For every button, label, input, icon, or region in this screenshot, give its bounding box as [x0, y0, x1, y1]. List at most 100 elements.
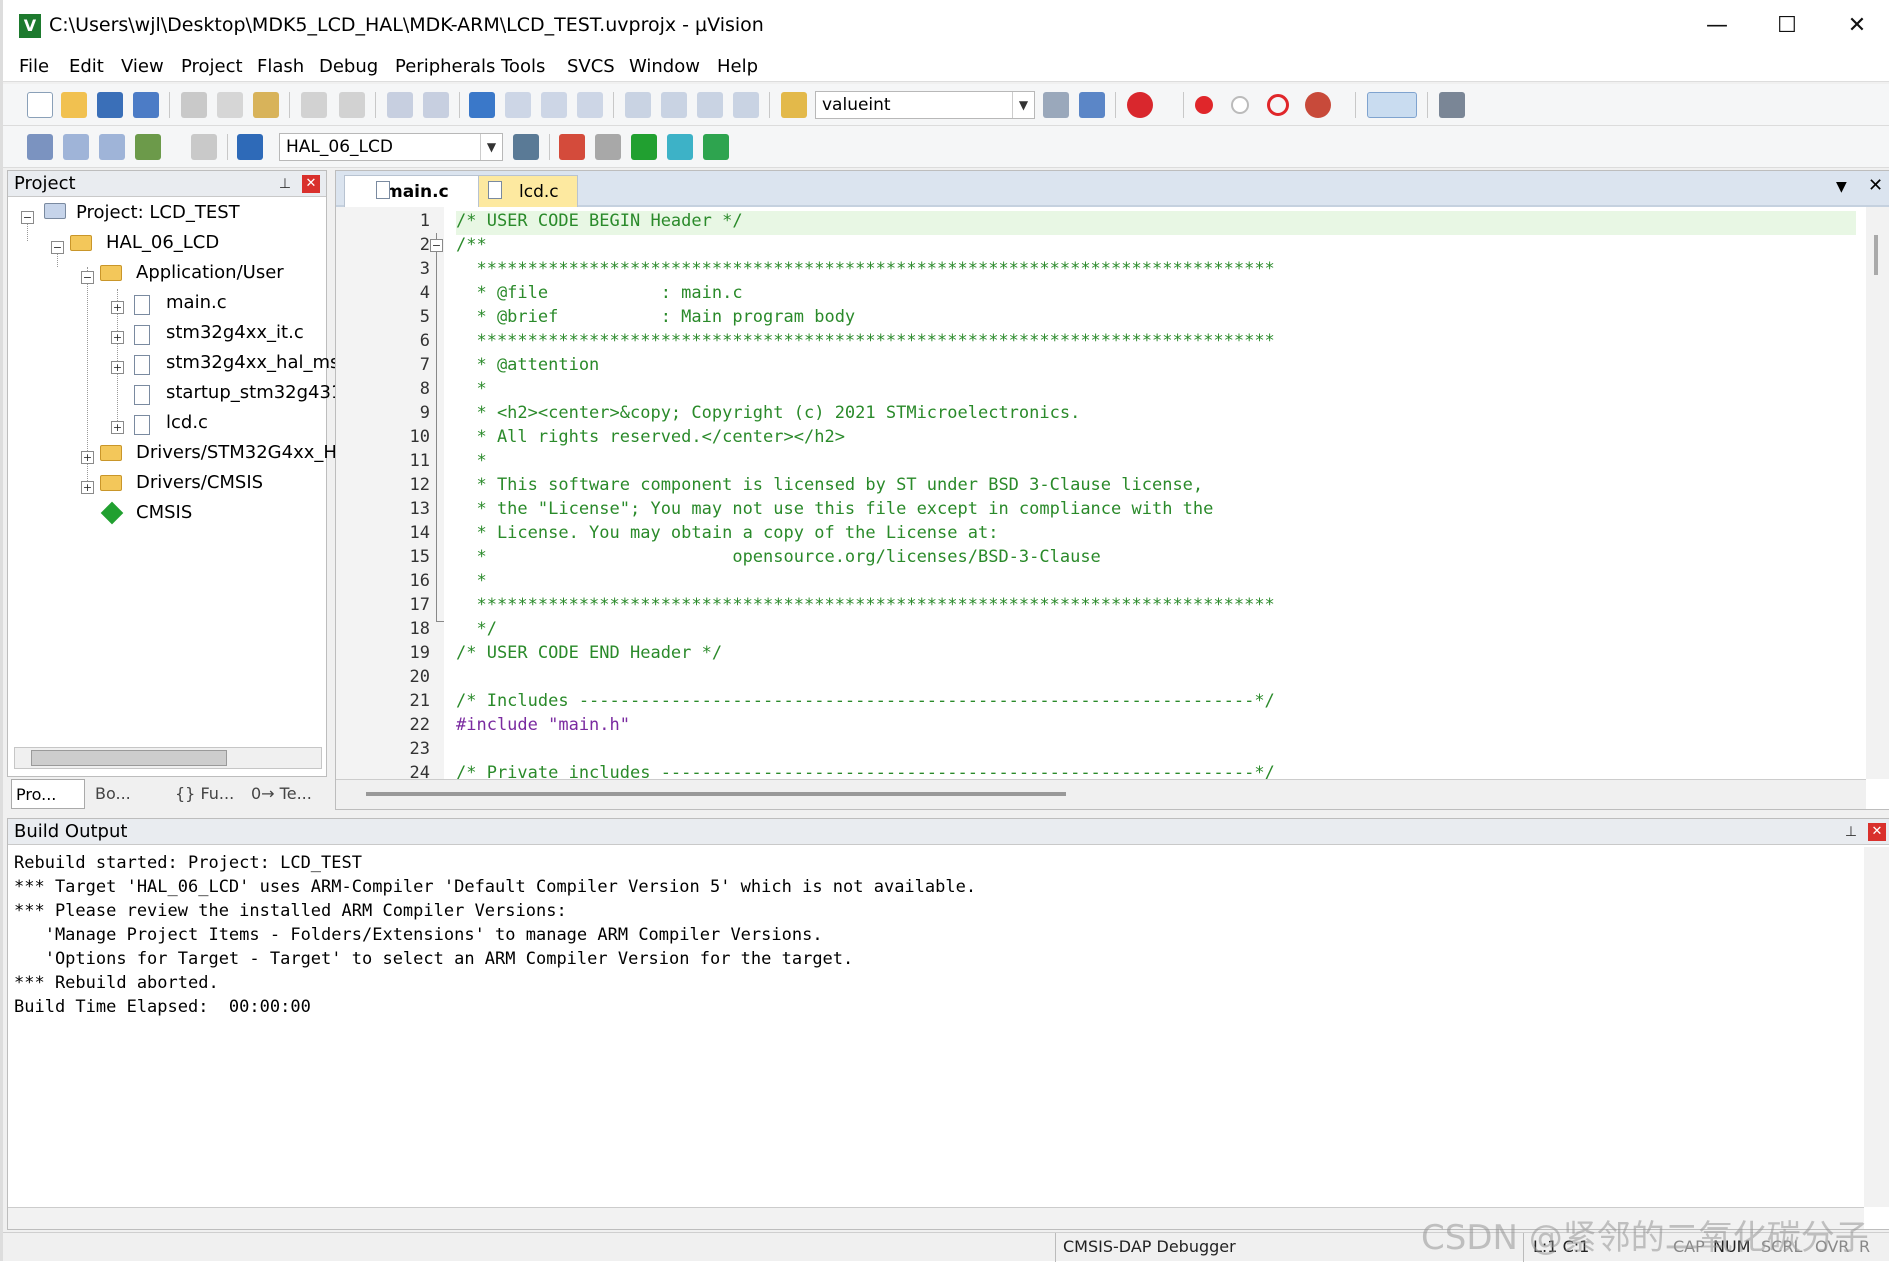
undo-icon[interactable]: [301, 92, 327, 118]
build-vertical-scrollbar[interactable]: [1864, 847, 1889, 1207]
paste-icon[interactable]: [253, 92, 279, 118]
tab-functions[interactable]: {} Fu...: [171, 779, 245, 809]
expand-toggle-icon[interactable]: +: [111, 421, 124, 434]
open-file-icon[interactable]: [61, 92, 87, 118]
redo-icon[interactable]: [339, 92, 365, 118]
expand-toggle-icon[interactable]: +: [111, 301, 124, 314]
stop-build-icon[interactable]: [191, 134, 217, 160]
chevron-down-icon[interactable]: ▼: [1012, 92, 1034, 118]
find-combo[interactable]: valueint ▼: [815, 91, 1035, 119]
save-icon[interactable]: [97, 92, 123, 118]
menu-file[interactable]: File: [19, 56, 49, 77]
build-icon[interactable]: [63, 134, 89, 160]
expand-toggle-icon[interactable]: +: [111, 361, 124, 374]
prev-bookmark-icon[interactable]: [505, 92, 531, 118]
debug-session-icon[interactable]: [1127, 92, 1153, 118]
copy-icon[interactable]: [217, 92, 243, 118]
collapse-toggle-icon[interactable]: −: [81, 271, 94, 284]
select-packs-icon[interactable]: [595, 134, 621, 160]
menu-help[interactable]: Help: [717, 56, 758, 77]
tab-templates[interactable]: 0→ Te...: [247, 779, 323, 809]
chevron-down-icon[interactable]: ▼: [480, 134, 502, 160]
menu-edit[interactable]: Edit: [69, 56, 104, 77]
cut-icon[interactable]: [181, 92, 207, 118]
maximize-button[interactable]: ☐: [1765, 10, 1809, 42]
tree-group-application-user[interactable]: Application/User: [136, 259, 284, 287]
collapse-toggle-icon[interactable]: −: [21, 211, 34, 224]
close-panel-icon[interactable]: ✕: [1868, 823, 1886, 841]
close-window-button[interactable]: ✕: [1835, 10, 1879, 42]
translate-icon[interactable]: [27, 134, 53, 160]
configuration-wrench-icon[interactable]: [1439, 92, 1465, 118]
find-in-files-icon[interactable]: [781, 92, 807, 118]
tab-project[interactable]: Pro...: [11, 779, 85, 809]
collapse-toggle-icon[interactable]: −: [51, 241, 64, 254]
expand-toggle-icon[interactable]: +: [81, 481, 94, 494]
editor-horizontal-scrollbar[interactable]: [336, 779, 1866, 809]
device-database-icon[interactable]: [703, 134, 729, 160]
indent-icon[interactable]: [625, 92, 651, 118]
bookmark-icon[interactable]: [469, 92, 495, 118]
tree-file-it-c[interactable]: stm32g4xx_it.c: [166, 319, 304, 347]
tree-file-lcd-c[interactable]: lcd.c: [166, 409, 208, 437]
tree-group-drivers-hal[interactable]: Drivers/STM32G4xx_HA: [136, 439, 349, 467]
scrollbar-thumb[interactable]: [1874, 235, 1878, 275]
close-panel-icon[interactable]: ✕: [302, 175, 320, 193]
kill-breakpoints-icon[interactable]: [1305, 92, 1331, 118]
tree-file-hal-msp[interactable]: stm32g4xx_hal_msp: [166, 349, 351, 377]
project-horizontal-scrollbar[interactable]: [14, 747, 322, 769]
new-file-icon[interactable]: [27, 92, 53, 118]
uncomment-icon[interactable]: [733, 92, 759, 118]
manage-rte-icon[interactable]: [631, 134, 657, 160]
pin-icon[interactable]: ⊥: [1844, 824, 1858, 840]
batch-build-icon[interactable]: [135, 134, 161, 160]
minimize-button[interactable]: —: [1695, 10, 1739, 42]
clear-bookmarks-icon[interactable]: [577, 92, 603, 118]
scrollbar-thumb[interactable]: [31, 750, 227, 766]
close-tab-icon[interactable]: ✕: [1868, 175, 1883, 196]
tree-group-drivers-cmsis[interactable]: Drivers/CMSIS: [136, 469, 263, 497]
window-layout-icon[interactable]: [1367, 92, 1417, 118]
disable-breakpoint-icon[interactable]: [1231, 96, 1249, 114]
pack-installer-icon[interactable]: [667, 134, 693, 160]
tree-target[interactable]: HAL_06_LCD: [106, 229, 219, 257]
tree-file-main-c[interactable]: main.c: [166, 289, 227, 317]
disable-all-breakpoints-icon[interactable]: [1267, 94, 1289, 116]
scrollbar-thumb[interactable]: [366, 792, 1066, 796]
menu-peripherals[interactable]: Peripherals: [395, 56, 495, 77]
tree-cmsis[interactable]: CMSIS: [136, 499, 192, 527]
target-combo[interactable]: HAL_06_LCD ▼: [279, 133, 503, 161]
menu-window[interactable]: Window: [629, 56, 700, 77]
expand-toggle-icon[interactable]: +: [81, 451, 94, 464]
line-number: 6: [419, 331, 430, 351]
save-all-icon[interactable]: [133, 92, 159, 118]
menu-svcs[interactable]: SVCS: [567, 56, 615, 77]
tab-books[interactable]: Bo...: [91, 779, 165, 809]
incremental-find-icon[interactable]: [1079, 92, 1105, 118]
menu-project[interactable]: Project: [181, 56, 243, 77]
navigate-back-icon[interactable]: [387, 92, 413, 118]
tree-file-startup[interactable]: startup_stm32g431x: [166, 379, 353, 407]
breakpoint-icon[interactable]: [1195, 96, 1213, 114]
tab-list-dropdown-icon[interactable]: ▼: [1836, 179, 1847, 195]
tab-main-c[interactable]: main.c: [344, 175, 484, 207]
menu-tools[interactable]: Tools: [501, 56, 545, 77]
next-bookmark-icon[interactable]: [541, 92, 567, 118]
comment-icon[interactable]: [697, 92, 723, 118]
find-icon[interactable]: [1043, 92, 1069, 118]
rebuild-icon[interactable]: [99, 134, 125, 160]
navigate-forward-icon[interactable]: [423, 92, 449, 118]
expand-toggle-icon[interactable]: +: [111, 331, 124, 344]
menu-view[interactable]: View: [121, 56, 164, 77]
manage-project-items-icon[interactable]: [559, 134, 585, 160]
line-number: 18: [409, 619, 430, 639]
menu-debug[interactable]: Debug: [319, 56, 378, 77]
unindent-icon[interactable]: [661, 92, 687, 118]
line-number: 20: [409, 667, 430, 687]
tree-project[interactable]: Project: LCD_TEST: [76, 199, 240, 227]
menu-flash[interactable]: Flash: [257, 56, 304, 77]
pin-icon[interactable]: ⊥: [278, 176, 292, 192]
editor-vertical-scrollbar[interactable]: [1866, 207, 1889, 779]
download-load-icon[interactable]: [237, 134, 263, 160]
target-options-icon[interactable]: [513, 134, 539, 160]
